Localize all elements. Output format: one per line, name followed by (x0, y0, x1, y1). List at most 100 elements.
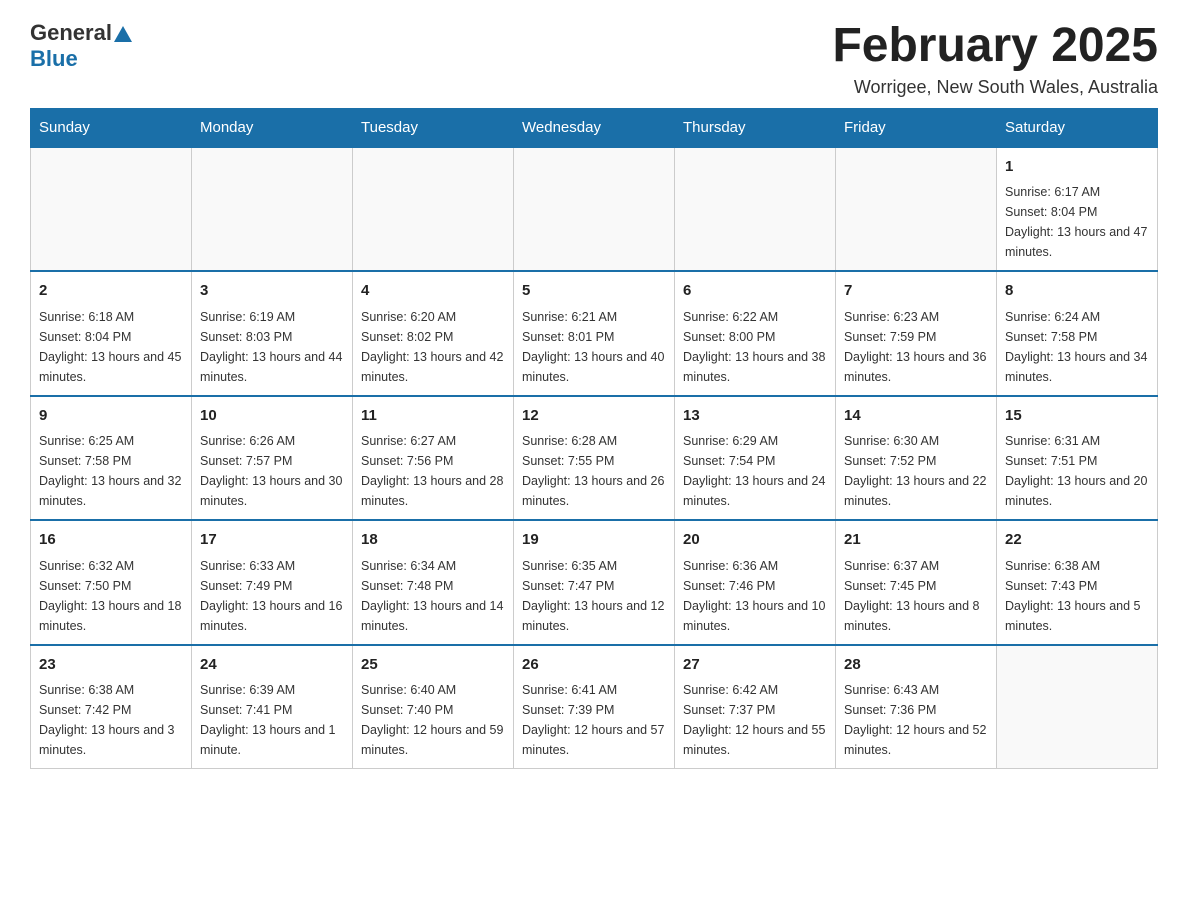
calendar-day-cell: 11 Sunrise: 6:27 AMSunset: 7:56 PMDayligh… (353, 396, 514, 521)
calendar-day-cell: 2 Sunrise: 6:18 AMSunset: 8:04 PMDaylight… (31, 271, 192, 396)
day-number: 8 (1005, 280, 1149, 303)
calendar-day-cell: 18 Sunrise: 6:34 AMSunset: 7:48 PMDayligh… (353, 520, 514, 645)
calendar-day-cell: 20 Sunrise: 6:36 AMSunset: 7:46 PMDayligh… (675, 520, 836, 645)
day-of-week-header: Monday (192, 108, 353, 147)
day-info: Sunrise: 6:41 AMSunset: 7:39 PMDaylight:… (522, 680, 666, 760)
calendar-day-cell: 14Sunrise: 6:30 AMSunset: 7:52 PMDayligh… (836, 396, 997, 521)
calendar-day-cell (675, 147, 836, 272)
calendar-day-cell: 17Sunrise: 6:33 AMSunset: 7:49 PMDayligh… (192, 520, 353, 645)
day-info: Sunrise: 6:19 AMSunset: 8:03 PMDaylight:… (200, 307, 344, 387)
logo-text-blue: Blue (30, 46, 78, 72)
calendar-day-cell: 13Sunrise: 6:29 AMSunset: 7:54 PMDayligh… (675, 396, 836, 521)
calendar-week-row: 9Sunrise: 6:25 AMSunset: 7:58 PMDaylight… (31, 396, 1158, 521)
calendar-day-cell: 5 Sunrise: 6:21 AMSunset: 8:01 PMDaylight… (514, 271, 675, 396)
day-info: Sunrise: 6:33 AMSunset: 7:49 PMDaylight:… (200, 556, 344, 636)
day-info: Sunrise: 6:32 AMSunset: 7:50 PMDaylight:… (39, 556, 183, 636)
calendar-day-cell: 22 Sunrise: 6:38 AMSunset: 7:43 PMDayligh… (997, 520, 1158, 645)
day-number: 20 (683, 529, 827, 552)
calendar-day-cell (997, 645, 1158, 769)
day-number: 13 (683, 405, 827, 428)
day-of-week-header: Saturday (997, 108, 1158, 147)
calendar-day-cell: 4 Sunrise: 6:20 AMSunset: 8:02 PMDaylight… (353, 271, 514, 396)
calendar-day-cell: 15 Sunrise: 6:31 AMSunset: 7:51 PMDayligh… (997, 396, 1158, 521)
page-header: General Blue February 2025 Worrigee, New… (30, 20, 1158, 98)
calendar-day-cell: 1 Sunrise: 6:17 AMSunset: 8:04 PMDaylight… (997, 147, 1158, 272)
day-number: 12 (522, 405, 666, 428)
calendar-day-cell: 26 Sunrise: 6:41 AMSunset: 7:39 PMDayligh… (514, 645, 675, 769)
day-info: Sunrise: 6:21 AMSunset: 8:01 PMDaylight:… (522, 307, 666, 387)
calendar-table: SundayMondayTuesdayWednesdayThursdayFrid… (30, 108, 1158, 770)
day-of-week-header: Wednesday (514, 108, 675, 147)
day-info: Sunrise: 6:31 AMSunset: 7:51 PMDaylight:… (1005, 431, 1149, 511)
day-info: Sunrise: 6:22 AMSunset: 8:00 PMDaylight:… (683, 307, 827, 387)
day-of-week-header: Friday (836, 108, 997, 147)
calendar-week-row: 23 Sunrise: 6:38 AMSunset: 7:42 PMDayligh… (31, 645, 1158, 769)
day-info: Sunrise: 6:23 AMSunset: 7:59 PMDaylight:… (844, 307, 988, 387)
calendar-day-cell: 19 Sunrise: 6:35 AMSunset: 7:47 PMDayligh… (514, 520, 675, 645)
day-number: 11 (361, 405, 505, 428)
day-number: 15 (1005, 405, 1149, 428)
day-number: 16 (39, 529, 183, 552)
calendar-day-cell: 6 Sunrise: 6:22 AMSunset: 8:00 PMDaylight… (675, 271, 836, 396)
day-info: Sunrise: 6:18 AMSunset: 8:04 PMDaylight:… (39, 307, 183, 387)
day-number: 28 (844, 654, 988, 677)
day-info: Sunrise: 6:37 AMSunset: 7:45 PMDaylight:… (844, 556, 988, 636)
calendar-week-row: 2 Sunrise: 6:18 AMSunset: 8:04 PMDaylight… (31, 271, 1158, 396)
month-title: February 2025 (832, 20, 1158, 73)
day-number: 23 (39, 654, 183, 677)
day-number: 19 (522, 529, 666, 552)
day-number: 22 (1005, 529, 1149, 552)
day-number: 5 (522, 280, 666, 303)
calendar-day-cell: 27 Sunrise: 6:42 AMSunset: 7:37 PMDayligh… (675, 645, 836, 769)
calendar-day-cell (353, 147, 514, 272)
day-info: Sunrise: 6:28 AMSunset: 7:55 PMDaylight:… (522, 431, 666, 511)
day-info: Sunrise: 6:38 AMSunset: 7:42 PMDaylight:… (39, 680, 183, 760)
calendar-day-cell: 7 Sunrise: 6:23 AMSunset: 7:59 PMDaylight… (836, 271, 997, 396)
calendar-day-cell: 10 Sunrise: 6:26 AMSunset: 7:57 PMDayligh… (192, 396, 353, 521)
calendar-day-cell: 28 Sunrise: 6:43 AMSunset: 7:36 PMDayligh… (836, 645, 997, 769)
day-number: 7 (844, 280, 988, 303)
day-number: 24 (200, 654, 344, 677)
day-number: 9 (39, 405, 183, 428)
day-number: 6 (683, 280, 827, 303)
title-section: February 2025 Worrigee, New South Wales,… (832, 20, 1158, 98)
calendar-day-cell: 3 Sunrise: 6:19 AMSunset: 8:03 PMDaylight… (192, 271, 353, 396)
day-of-week-header: Tuesday (353, 108, 514, 147)
calendar-day-cell: 23 Sunrise: 6:38 AMSunset: 7:42 PMDayligh… (31, 645, 192, 769)
day-number: 2 (39, 280, 183, 303)
day-number: 4 (361, 280, 505, 303)
day-info: Sunrise: 6:20 AMSunset: 8:02 PMDaylight:… (361, 307, 505, 387)
day-of-week-header: Thursday (675, 108, 836, 147)
day-number: 21 (844, 529, 988, 552)
day-info: Sunrise: 6:39 AMSunset: 7:41 PMDaylight:… (200, 680, 344, 760)
day-info: Sunrise: 6:36 AMSunset: 7:46 PMDaylight:… (683, 556, 827, 636)
day-number: 1 (1005, 156, 1149, 179)
calendar-day-cell (514, 147, 675, 272)
day-number: 27 (683, 654, 827, 677)
day-number: 26 (522, 654, 666, 677)
calendar-day-cell: 9Sunrise: 6:25 AMSunset: 7:58 PMDaylight… (31, 396, 192, 521)
day-number: 25 (361, 654, 505, 677)
day-number: 18 (361, 529, 505, 552)
day-info: Sunrise: 6:26 AMSunset: 7:57 PMDaylight:… (200, 431, 344, 511)
day-info: Sunrise: 6:43 AMSunset: 7:36 PMDaylight:… (844, 680, 988, 760)
calendar-day-cell (836, 147, 997, 272)
calendar-day-cell: 24 Sunrise: 6:39 AMSunset: 7:41 PMDayligh… (192, 645, 353, 769)
calendar-week-row: 16 Sunrise: 6:32 AMSunset: 7:50 PMDayligh… (31, 520, 1158, 645)
day-info: Sunrise: 6:17 AMSunset: 8:04 PMDaylight:… (1005, 182, 1149, 262)
day-number: 10 (200, 405, 344, 428)
calendar-header-row: SundayMondayTuesdayWednesdayThursdayFrid… (31, 108, 1158, 147)
logo-triangle-icon (114, 26, 132, 42)
day-info: Sunrise: 6:35 AMSunset: 7:47 PMDaylight:… (522, 556, 666, 636)
day-info: Sunrise: 6:24 AMSunset: 7:58 PMDaylight:… (1005, 307, 1149, 387)
day-number: 3 (200, 280, 344, 303)
calendar-day-cell: 8 Sunrise: 6:24 AMSunset: 7:58 PMDaylight… (997, 271, 1158, 396)
day-info: Sunrise: 6:42 AMSunset: 7:37 PMDaylight:… (683, 680, 827, 760)
day-info: Sunrise: 6:38 AMSunset: 7:43 PMDaylight:… (1005, 556, 1149, 636)
day-number: 14 (844, 405, 988, 428)
calendar-day-cell: 12 Sunrise: 6:28 AMSunset: 7:55 PMDayligh… (514, 396, 675, 521)
day-info: Sunrise: 6:34 AMSunset: 7:48 PMDaylight:… (361, 556, 505, 636)
logo-text-general: General (30, 20, 112, 46)
day-info: Sunrise: 6:27 AMSunset: 7:56 PMDaylight:… (361, 431, 505, 511)
day-of-week-header: Sunday (31, 108, 192, 147)
